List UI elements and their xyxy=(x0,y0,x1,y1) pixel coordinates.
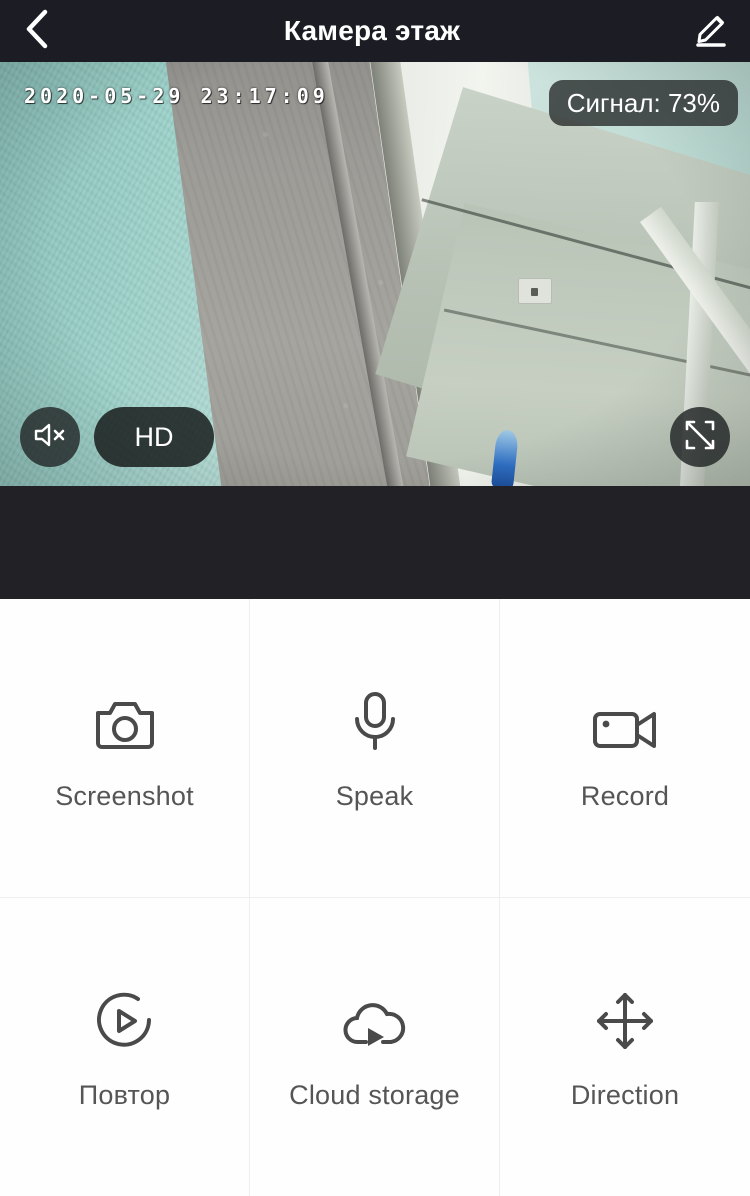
page-title: Камера этаж xyxy=(283,15,461,46)
action-cloud-storage[interactable]: Cloud storage xyxy=(250,897,500,1196)
action-label: Повтор xyxy=(78,1080,171,1111)
fullscreen-button[interactable] xyxy=(670,407,730,467)
replay-play-circle-icon xyxy=(94,982,156,1052)
action-label: Record xyxy=(580,781,670,812)
app-header: Камера этаж xyxy=(0,0,750,62)
video-timestamp: 2020-05-29 23:17:09 xyxy=(24,84,329,108)
chevron-left-icon xyxy=(23,8,49,55)
action-label: Screenshot xyxy=(55,781,194,812)
live-video-feed[interactable]: 2020-05-29 23:17:09 Сигнал: 73% HD xyxy=(0,62,750,486)
quality-label: HD xyxy=(134,421,174,452)
action-label: Cloud storage xyxy=(289,1080,460,1111)
action-label: Direction xyxy=(570,1080,680,1111)
action-direction[interactable]: Direction xyxy=(500,898,750,1196)
back-button[interactable] xyxy=(0,0,72,62)
video-camera-icon xyxy=(592,683,658,753)
video-bottom-band xyxy=(0,486,750,599)
speaker-muted-icon xyxy=(33,420,67,455)
four-way-arrows-icon xyxy=(594,982,656,1052)
mute-toggle-button[interactable] xyxy=(20,407,80,467)
camera-icon xyxy=(94,683,156,753)
cloud-play-icon xyxy=(339,982,411,1052)
action-record[interactable]: Record xyxy=(500,599,750,898)
action-speak[interactable]: Speak xyxy=(250,599,500,898)
pencil-edit-icon xyxy=(691,9,731,54)
fullscreen-expand-icon xyxy=(683,418,717,457)
action-screenshot[interactable]: Screenshot xyxy=(0,599,250,898)
action-grid: Screenshot Speak Record Повтор Cloud sto… xyxy=(0,599,750,1196)
action-replay[interactable]: Повтор xyxy=(0,897,250,1196)
camera-live-view-screen: Камера этаж 2020-05-29 23:17:09 Сигнал: … xyxy=(0,0,750,1196)
edit-button[interactable] xyxy=(672,0,750,62)
quality-toggle-button[interactable]: HD xyxy=(94,407,214,467)
microphone-icon xyxy=(350,683,400,753)
signal-strength-badge: Сигнал: 73% xyxy=(548,80,738,126)
action-label: Speak xyxy=(335,781,414,812)
